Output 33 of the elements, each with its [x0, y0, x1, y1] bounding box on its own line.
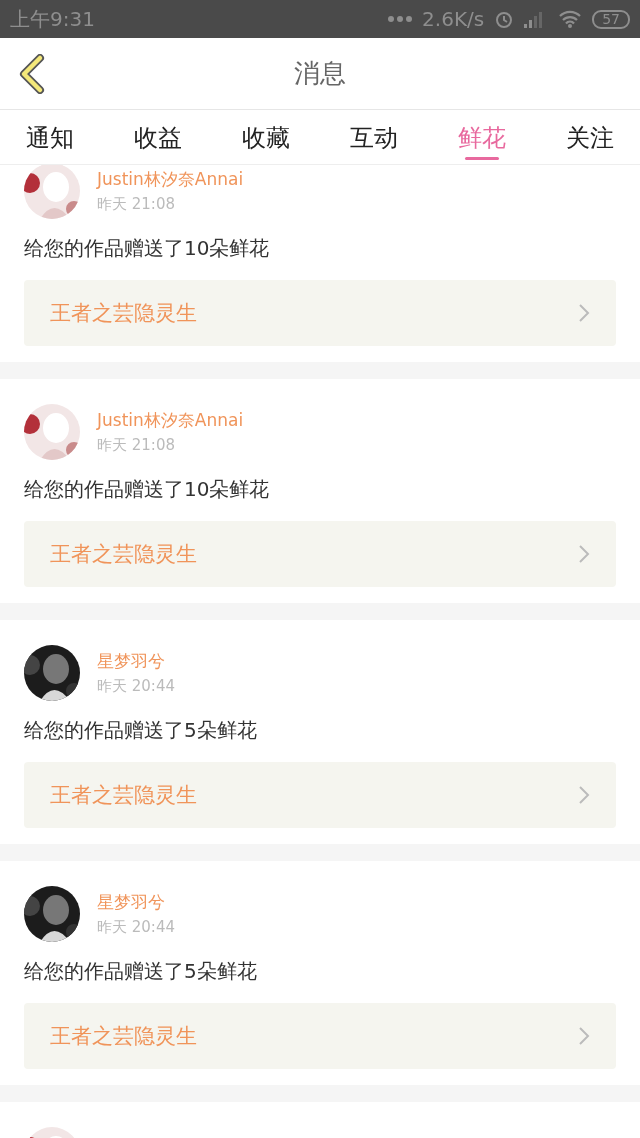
message-time: 昨天 21:08: [97, 436, 176, 455]
wifi-icon: [558, 10, 583, 28]
page-title: 消息: [294, 57, 346, 90]
user-name[interactable]: Justin林汐奈Annai: [97, 168, 244, 191]
message-time: 昨天 21:08: [97, 195, 176, 214]
work-link[interactable]: 王者之芸隐灵生: [24, 762, 616, 828]
message-text: 给您的作品赠送了5朵鲜花: [24, 717, 258, 744]
tab[interactable]: 关注: [552, 110, 628, 164]
message-text: 给您的作品赠送了10朵鲜花: [24, 235, 271, 262]
chevron-right-icon: [578, 1026, 590, 1046]
chevron-right-icon: [578, 785, 590, 805]
network-speed: 2.6K/s: [422, 7, 485, 31]
user-name[interactable]: Justin林汐奈Annai: [97, 409, 244, 432]
message-text: 给您的作品赠送了5朵鲜花: [24, 958, 258, 985]
message-time: 昨天 20:44: [97, 677, 175, 696]
tab[interactable]: 鲜花: [444, 110, 520, 164]
user-name[interactable]: 星梦羽兮: [97, 891, 175, 914]
chevron-right-icon: [578, 303, 590, 323]
clock-time: 上午9:31: [10, 5, 96, 33]
battery-level: 57: [592, 9, 630, 29]
message-time: 昨天 20:44: [97, 918, 175, 937]
more-dots-icon: [388, 16, 413, 22]
tab[interactable]: 通知: [12, 110, 88, 164]
work-link[interactable]: 王者之芸隐灵生: [24, 1003, 616, 1069]
work-link[interactable]: 王者之芸隐灵生: [24, 280, 616, 346]
chevron-right-icon: [578, 544, 590, 564]
work-link[interactable]: 王者之芸隐灵生: [24, 521, 616, 587]
tab[interactable]: 互动: [336, 110, 412, 164]
tab[interactable]: 收藏: [228, 110, 304, 164]
tab[interactable]: 收益: [120, 110, 196, 164]
message-text: 给您的作品赠送了10朵鲜花: [24, 476, 271, 503]
user-name[interactable]: 星梦羽兮: [97, 650, 175, 673]
alarm-icon: [494, 9, 515, 29]
